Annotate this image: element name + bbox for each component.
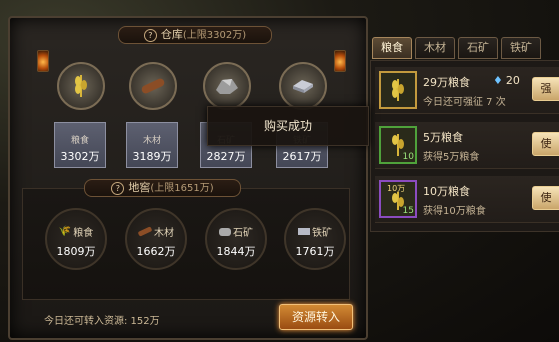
wood-icon xyxy=(129,62,177,110)
warehouse-iron-value: 2617万 xyxy=(282,150,322,163)
tab-grain[interactable]: 粮食 xyxy=(372,37,412,59)
iron-icon xyxy=(298,228,310,235)
grain-icon xyxy=(379,71,417,109)
grain-icon xyxy=(57,62,105,110)
lantern-right-icon xyxy=(334,50,346,72)
list-item[interactable]: 29万粮食 ♦ 20 今日还可强征 7 次 强 xyxy=(375,67,559,114)
warehouse-wood-label: 木材 xyxy=(142,136,161,146)
diamond-icon: ♦ xyxy=(493,74,503,87)
cellar-iron-label: 铁矿 xyxy=(312,228,332,239)
item-name: 29万粮食 xyxy=(423,76,470,89)
item-name: 10万粮食 xyxy=(423,185,470,198)
cellar-wood-label: 木材 xyxy=(154,228,174,239)
cellar-slot-iron[interactable]: 铁矿 1761万 xyxy=(284,208,346,270)
cellar-limit: (上限1651万) xyxy=(150,183,214,194)
cellar-title: 地窖 xyxy=(128,181,151,194)
warehouse-stone-value: 2827万 xyxy=(206,150,246,163)
warehouse-title-bar: ? 仓库(上限3302万) xyxy=(118,26,272,44)
use-button[interactable]: 使 xyxy=(532,132,559,156)
warehouse-slot-grain[interactable]: 粮食 3302万 xyxy=(54,62,106,168)
cellar-grain-value: 1809万 xyxy=(56,245,96,258)
item-icon-label: 10万 xyxy=(387,184,406,193)
cellar-grain-label: 粮食 xyxy=(73,228,94,239)
item-desc: 获得5万粮食 xyxy=(423,152,480,163)
cellar-wood-value: 1662万 xyxy=(136,245,176,258)
warehouse-limit: (上限3302万) xyxy=(182,30,247,41)
cellar-stone-label: 石矿 xyxy=(233,228,253,239)
warehouse-title: 仓库 xyxy=(160,28,183,41)
tab-iron[interactable]: 铁矿 xyxy=(501,37,541,59)
list-item[interactable]: 10万 15 10万粮食 获得10万粮食 使 xyxy=(375,176,559,223)
tab-stone[interactable]: 石矿 xyxy=(458,37,498,59)
cellar-slot-grain[interactable]: 🌾 粮食 1809万 xyxy=(45,208,107,270)
transfer-remaining-text: 今日还可转入资源: 152万 xyxy=(44,316,160,327)
warehouse-grain-value: 3302万 xyxy=(60,150,100,163)
list-item[interactable]: 10 5万粮食 获得5万粮食 使 xyxy=(375,122,559,169)
warehouse-grain-card: 粮食 3302万 xyxy=(54,122,106,168)
item-desc: 获得10万粮食 xyxy=(423,206,486,217)
cellar-slot-stone[interactable]: 石矿 1844万 xyxy=(205,208,267,270)
levy-button[interactable]: 强 xyxy=(532,77,559,101)
item-count: 15 xyxy=(402,206,414,216)
item-name: 5万粮食 xyxy=(423,131,463,144)
grain-icon: 10万 15 xyxy=(379,180,417,218)
warehouse-grain-label: 粮食 xyxy=(70,136,89,146)
warehouse-wood-card: 木材 3189万 xyxy=(126,122,178,168)
stone-icon xyxy=(203,62,251,110)
cellar-iron-value: 1761万 xyxy=(295,245,335,258)
cellar-stone-value: 1844万 xyxy=(216,245,256,258)
toast-message: 购买成功 xyxy=(207,106,369,146)
item-desc: 今日还可强征 7 次 xyxy=(423,97,506,108)
stone-icon xyxy=(219,227,231,236)
warehouse-help-icon[interactable]: ? xyxy=(143,29,157,42)
lantern-left-icon xyxy=(37,50,49,72)
diamond-cost: ♦ 20 xyxy=(493,74,520,87)
resource-tabs: 粮食 木材 石矿 铁矿 xyxy=(372,37,541,59)
iron-icon xyxy=(279,62,327,110)
warehouse-wood-value: 3189万 xyxy=(132,150,172,163)
wood-icon xyxy=(137,226,153,237)
resource-transfer-button[interactable]: 资源转入 xyxy=(279,304,353,330)
grain-icon: 10 xyxy=(379,126,417,164)
cellar-title-bar: ? 地窖(上限1651万) xyxy=(84,179,241,197)
tab-wood[interactable]: 木材 xyxy=(415,37,455,59)
grain-icon: 🌾 xyxy=(58,226,72,237)
cellar-help-icon[interactable]: ? xyxy=(111,182,125,195)
item-count: 10 xyxy=(402,152,414,162)
use-button[interactable]: 使 xyxy=(532,186,559,210)
warehouse-slot-wood[interactable]: 木材 3189万 xyxy=(126,62,178,168)
item-list: 29万粮食 ♦ 20 今日还可强征 7 次 强 10 5万粮食 获得5万粮食 使 … xyxy=(370,60,559,232)
cellar-slot-wood[interactable]: 木材 1662万 xyxy=(125,208,187,270)
diamond-cost-value: 20 xyxy=(505,74,520,87)
